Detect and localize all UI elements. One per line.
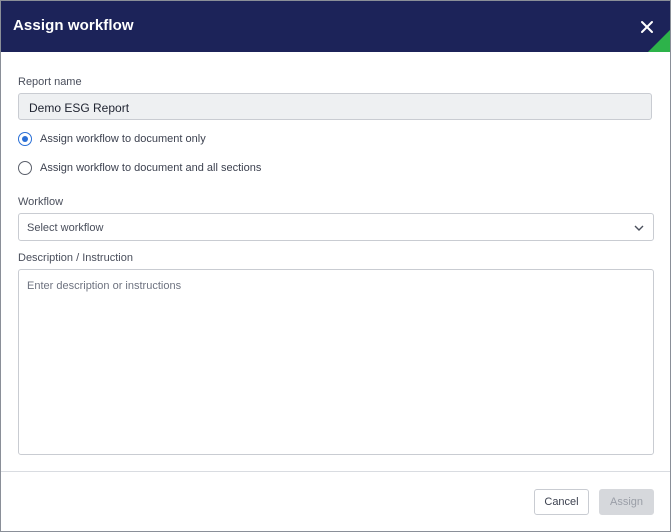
dialog-title: Assign workflow — [13, 17, 134, 34]
workflow-select[interactable]: Select workflow — [18, 213, 654, 241]
report-name-value: Demo ESG Report — [29, 101, 130, 115]
dialog-header: Assign workflow — [1, 1, 670, 52]
workflow-select-placeholder: Select workflow — [27, 222, 104, 234]
radio-button-unselected[interactable] — [18, 161, 32, 175]
radio-document-only[interactable]: Assign workflow to document only — [18, 131, 206, 147]
radio-button-selected[interactable] — [18, 132, 32, 146]
report-name-label: Report name — [18, 76, 82, 88]
footer-divider — [1, 471, 670, 472]
radio-document-and-sections-label: Assign workflow to document and all sect… — [40, 162, 262, 174]
chevron-down-icon — [634, 225, 644, 231]
assign-workflow-dialog: Assign workflow Report name Demo ESG Rep… — [0, 0, 671, 532]
radio-document-only-label: Assign workflow to document only — [40, 133, 206, 145]
report-name-field: Demo ESG Report — [18, 93, 652, 120]
description-placeholder: Enter description or instructions — [27, 280, 182, 292]
brand-corner-accent — [648, 30, 670, 52]
description-label: Description / Instruction — [18, 252, 133, 264]
description-textarea[interactable]: Enter description or instructions — [18, 269, 654, 455]
workflow-label: Workflow — [18, 196, 64, 208]
cancel-button[interactable]: Cancel — [534, 489, 589, 515]
radio-document-and-sections[interactable]: Assign workflow to document and all sect… — [18, 160, 261, 176]
assign-button[interactable]: Assign — [599, 489, 654, 515]
